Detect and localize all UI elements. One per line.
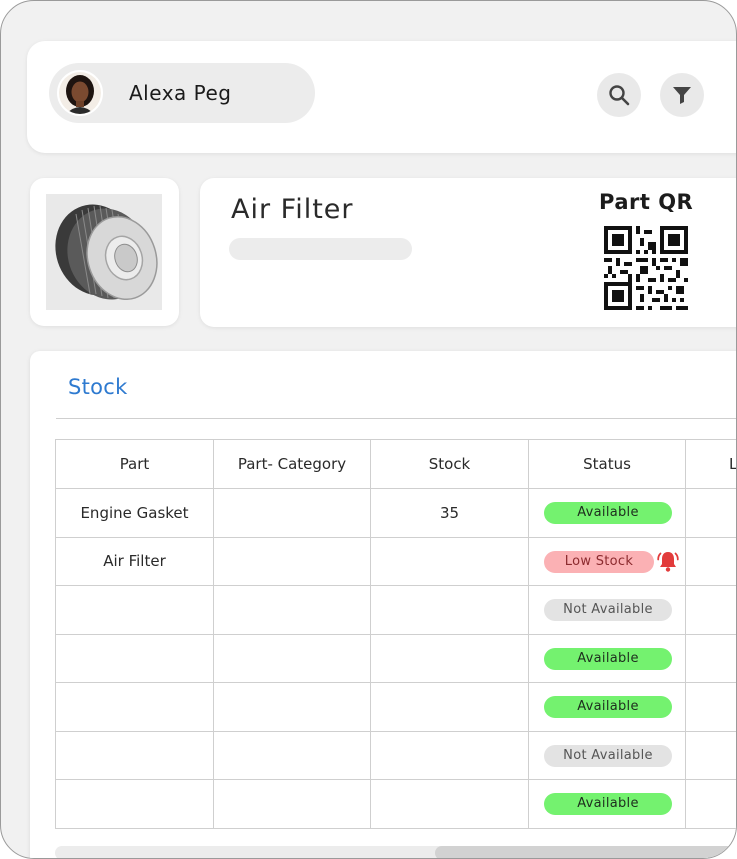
part-image [46,194,162,310]
table-row[interactable]: Available [55,779,736,829]
column-header-part-category[interactable]: Part- Category [213,439,371,489]
part-title: Air Filter [231,194,354,225]
cell-stock [370,633,529,683]
cell-extra [685,633,736,683]
cell-status: Not Available [528,730,686,780]
part-qr-code[interactable] [604,226,688,310]
alarm-bell-icon[interactable] [657,549,679,573]
part-info-card: Air Filter Part QR [200,178,736,327]
cell-category [213,730,371,780]
cell-category [213,682,371,732]
cell-part: Engine Gasket [55,488,214,538]
cell-stock [370,585,529,635]
stock-panel: Stock Part Part- Category Stock Status L… [30,351,736,858]
cell-category [213,536,371,586]
cell-part [55,730,214,780]
status-badge: Not Available [544,599,672,621]
table-header-row: Part Part- Category Stock Status L [55,439,736,489]
cell-status: Low Stock [528,536,686,586]
stock-table: Part Part- Category Stock Status L Engin… [55,439,736,829]
status-badge: Available [544,793,672,815]
cell-status: Available [528,779,686,829]
status-badge: Low Stock [544,550,654,573]
filter-button[interactable] [660,73,704,117]
filter-icon [673,87,691,104]
cell-category [213,488,371,538]
table-row[interactable]: Air Filter Low Stock [55,536,736,586]
cell-category [213,585,371,635]
column-header-stock[interactable]: Stock [370,439,529,489]
cell-extra [685,779,736,829]
cell-extra [685,585,736,635]
status-badge: Not Available [544,744,672,767]
search-button[interactable] [597,73,641,117]
cell-stock [370,682,529,732]
table-row[interactable]: Not Available [55,585,736,635]
user-avatar [57,70,103,116]
cell-status: Not Available [528,585,686,635]
status-badge: Available [544,647,672,670]
cell-status: Available [528,488,686,538]
header-bar: Alexa Peg [27,41,736,153]
column-header-part[interactable]: Part [55,439,214,489]
cell-stock [370,730,529,780]
cell-extra [685,682,736,732]
cell-stock [370,536,529,586]
cell-part: Air Filter [55,536,214,586]
cell-stock [370,779,529,829]
cell-status: Available [528,633,686,683]
user-profile-pill[interactable]: Alexa Peg [49,63,315,123]
part-image-card [30,178,179,326]
table-row[interactable]: Available [55,682,736,732]
scrollbar-thumb[interactable] [435,846,736,858]
horizontal-scrollbar[interactable] [55,846,736,858]
status-badge: Available [544,502,672,524]
table-row[interactable]: Not Available [55,730,736,780]
cell-category [213,633,371,683]
cell-stock: 35 [370,488,529,538]
part-qr-title: Part QR [599,190,694,214]
cell-part [55,633,214,683]
cell-category [213,779,371,829]
cell-part [55,779,214,829]
cell-extra [685,730,736,780]
column-header-extra[interactable]: L [685,439,736,489]
cell-part [55,682,214,732]
column-header-status[interactable]: Status [528,439,686,489]
table-row[interactable]: Available [55,633,736,683]
cell-extra [685,536,736,586]
device-frame: Alexa Peg Air Filter Part QR Stock Part … [0,0,737,859]
user-name: Alexa Peg [129,81,232,105]
part-subtitle-placeholder [229,238,412,260]
stock-divider [56,418,736,419]
stock-title: Stock [68,375,128,399]
cell-status: Available [528,682,686,732]
status-badge: Available [544,696,672,718]
cell-extra [685,488,736,538]
cell-part [55,585,214,635]
table-row[interactable]: Engine Gasket 35 Available [55,488,736,538]
search-icon [609,85,630,106]
